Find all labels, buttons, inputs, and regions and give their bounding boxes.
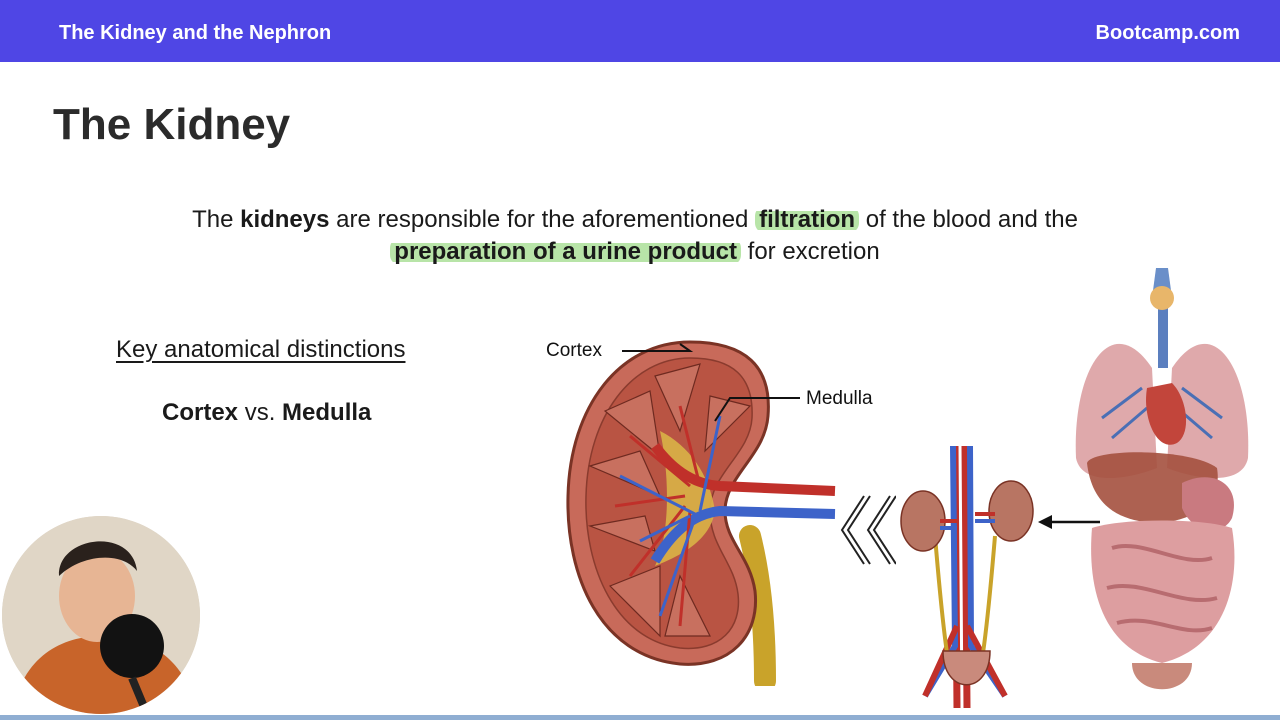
intro-kidneys: kidneys <box>240 206 330 233</box>
bottom-border <box>0 715 1280 720</box>
intro-urine-highlight: preparation of a urine product <box>390 238 741 265</box>
brand-name: Bootcamp.com <box>1095 22 1240 44</box>
header-bar: The Kidney and the Nephron Bootcamp.com <box>0 0 1280 62</box>
presenter-silhouette-icon <box>2 516 200 714</box>
intro-filtration-highlight: filtration <box>755 206 860 233</box>
cortex-vs-medulla: Cortex vs. Medulla <box>162 399 371 427</box>
cortex-label: Cortex <box>546 340 602 361</box>
anatomical-distinctions-heading: Key anatomical distinctions <box>116 336 406 363</box>
contrast-term-cortex: Cortex <box>162 399 239 426</box>
intro-text: The kidneys are responsible for the afor… <box>60 204 1210 268</box>
presenter-webcam <box>2 516 200 714</box>
intro-part3: of the blood and the <box>859 206 1078 233</box>
urinary-system-illustration <box>900 446 1034 708</box>
intro-part2: are responsible for the aforementioned <box>329 206 756 233</box>
slide-title: The Kidney <box>53 100 291 149</box>
intro-part1: The <box>192 206 241 233</box>
contrast-vs: vs. <box>238 399 283 426</box>
torso-organs-illustration <box>1075 268 1249 690</box>
contrast-term-medulla: Medulla <box>282 399 372 426</box>
double-chevron-left-icon <box>840 495 896 565</box>
course-title: The Kidney and the Nephron <box>59 22 332 44</box>
medulla-label: Medulla <box>806 388 873 409</box>
intro-part4: for excretion <box>740 238 880 265</box>
